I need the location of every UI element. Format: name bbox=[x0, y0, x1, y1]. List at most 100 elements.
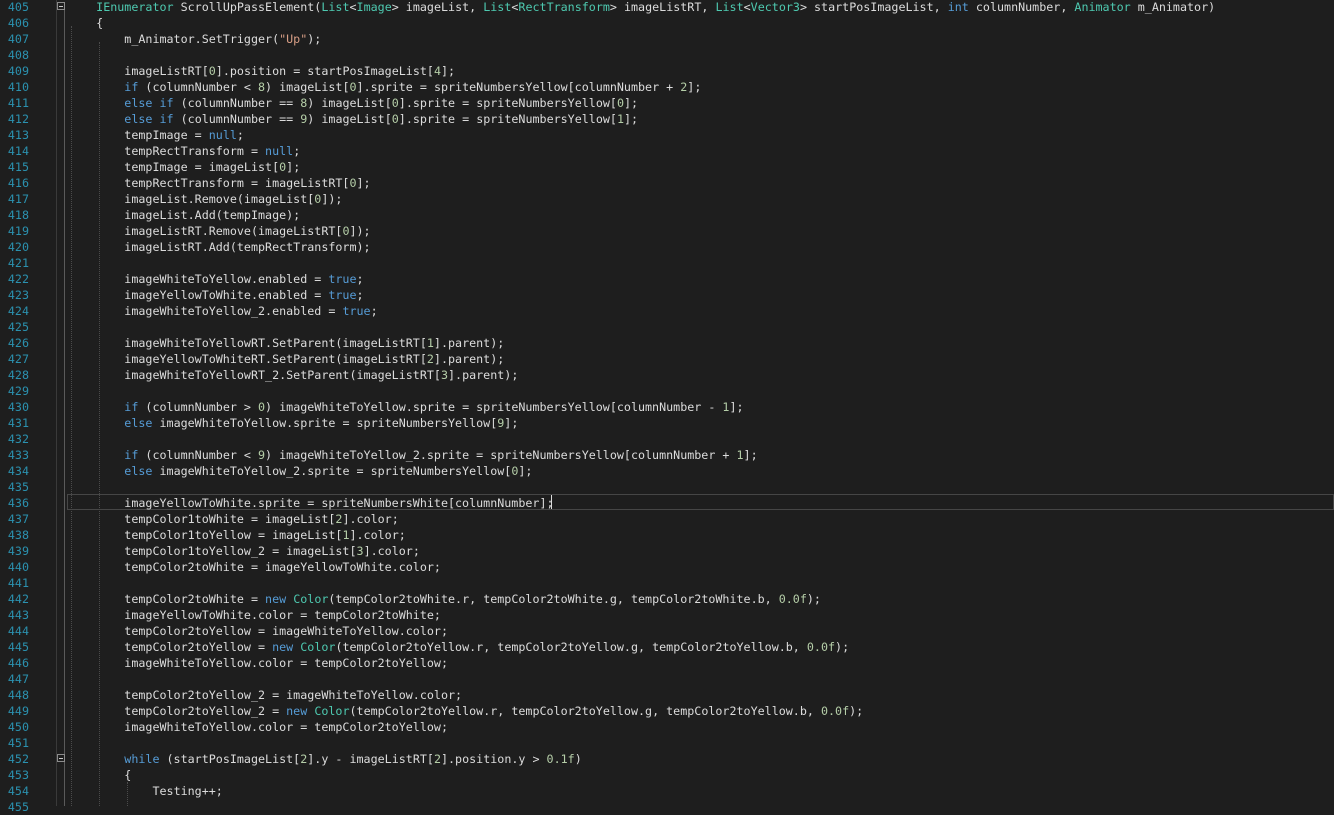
code-token: imageWhiteToYellow.enabled = bbox=[124, 272, 329, 286]
code-token: else bbox=[124, 96, 153, 110]
code-line[interactable]: 412 else if (columnNumber == 9) imageLis… bbox=[0, 111, 1334, 127]
code-token: imageWhiteToYellow_2.enabled = bbox=[124, 304, 343, 318]
line-number: 439 bbox=[7, 544, 29, 558]
code-line[interactable]: 407 m_Animator.SetTrigger("Up"); bbox=[0, 31, 1334, 47]
code-line[interactable]: 455 bbox=[0, 799, 1334, 815]
code-line[interactable]: 416 tempRectTransform = imageListRT[0]; bbox=[0, 175, 1334, 191]
line-number: 430 bbox=[7, 400, 29, 414]
code-line[interactable]: 434 else imageWhiteToYellow_2.sprite = s… bbox=[0, 463, 1334, 479]
code-line[interactable]: 420 imageListRT.Add(tempRectTransform); bbox=[0, 239, 1334, 255]
code-line[interactable]: 418 imageList.Add(tempImage); bbox=[0, 207, 1334, 223]
code-line[interactable]: 413 tempImage = null; bbox=[0, 127, 1334, 143]
code-line[interactable]: 452 while (startPosImageList[2].y - imag… bbox=[0, 751, 1334, 767]
code-line[interactable]: 445 tempColor2toYellow = new Color(tempC… bbox=[0, 639, 1334, 655]
code-token: new bbox=[286, 704, 308, 718]
code-line[interactable]: 438 tempColor1toYellow = imageList[1].co… bbox=[0, 527, 1334, 543]
code-line[interactable]: 442 tempColor2toWhite = new Color(tempCo… bbox=[0, 591, 1334, 607]
code-line[interactable]: 450 imageWhiteToYellow.color = tempColor… bbox=[0, 719, 1334, 735]
code-line[interactable]: 449 tempColor2toYellow_2 = new Color(tem… bbox=[0, 703, 1334, 719]
code-token: List bbox=[321, 0, 350, 14]
code-token: ); bbox=[806, 592, 821, 606]
code-token: (columnNumber < bbox=[138, 448, 258, 462]
line-number: 442 bbox=[7, 592, 29, 606]
code-line[interactable]: 428 imageWhiteToYellowRT_2.SetParent(ima… bbox=[0, 367, 1334, 383]
code-line[interactable]: 419 imageListRT.Remove(imageListRT[0]); bbox=[0, 223, 1334, 239]
code-line[interactable]: 408 bbox=[0, 47, 1334, 63]
code-token: columnNumber, bbox=[968, 0, 1075, 14]
code-token: 4 bbox=[433, 64, 441, 78]
code-line[interactable]: 410 if (columnNumber < 8) imageList[0].s… bbox=[0, 79, 1334, 95]
code-token: { bbox=[124, 768, 132, 782]
code-line[interactable]: 425 bbox=[0, 319, 1334, 335]
code-text: imageList.Remove(imageList[0]); bbox=[68, 191, 342, 207]
code-line[interactable]: 439 tempColor1toYellow_2 = imageList[3].… bbox=[0, 543, 1334, 559]
code-line[interactable]: 435 bbox=[0, 479, 1334, 495]
code-token: ]; bbox=[623, 96, 639, 110]
code-text: tempColor2toWhite = new Color(tempColor2… bbox=[68, 591, 821, 607]
code-line[interactable]: 448 tempColor2toYellow_2 = imageWhiteToY… bbox=[0, 687, 1334, 703]
code-token: ; bbox=[356, 288, 364, 302]
code-line[interactable]: 421 bbox=[0, 255, 1334, 271]
line-number: 416 bbox=[7, 176, 29, 190]
code-token: new bbox=[272, 640, 294, 654]
code-token: imageListRT[ bbox=[124, 64, 209, 78]
code-line[interactable]: 422 imageWhiteToYellow.enabled = true; bbox=[0, 271, 1334, 287]
code-line[interactable]: 429 bbox=[0, 383, 1334, 399]
code-token: imageWhiteToYellow.color = tempColor2toY… bbox=[124, 656, 448, 670]
code-token: true bbox=[342, 304, 371, 318]
code-text: { bbox=[68, 15, 103, 31]
code-text: tempColor2toYellow = imageWhiteToYellow.… bbox=[68, 623, 448, 639]
code-line[interactable]: 454 Testing++; bbox=[0, 783, 1334, 799]
code-line[interactable]: 447 bbox=[0, 671, 1334, 687]
code-token: 2 bbox=[426, 352, 434, 366]
code-token: 0 bbox=[208, 64, 216, 78]
code-line[interactable]: 405 IEnumerator ScrollUpPassElement(List… bbox=[0, 0, 1334, 15]
code-line[interactable]: 430 if (columnNumber > 0) imageWhiteToYe… bbox=[0, 399, 1334, 415]
code-line[interactable]: 444 tempColor2toYellow = imageWhiteToYel… bbox=[0, 623, 1334, 639]
code-line[interactable]: 440 tempColor2toWhite = imageYellowToWhi… bbox=[0, 559, 1334, 575]
code-line[interactable]: 446 imageWhiteToYellow.color = tempColor… bbox=[0, 655, 1334, 671]
code-text: tempColor2toYellow = new Color(tempColor… bbox=[68, 639, 849, 655]
code-text: else if (columnNumber == 8) imageList[0]… bbox=[68, 95, 638, 111]
code-token: tempColor2toYellow = imageWhiteToYellow.… bbox=[124, 624, 448, 638]
code-line[interactable]: 423 imageYellowToWhite.enabled = true; bbox=[0, 287, 1334, 303]
code-line[interactable]: 451 bbox=[0, 735, 1334, 751]
code-line[interactable]: 409 imageListRT[0].position = startPosIm… bbox=[0, 63, 1334, 79]
code-line[interactable]: 406 { bbox=[0, 15, 1334, 31]
line-number: 436 bbox=[7, 496, 29, 510]
code-line[interactable]: 415 tempImage = imageList[0]; bbox=[0, 159, 1334, 175]
line-number: 429 bbox=[7, 384, 29, 398]
code-line[interactable]: 427 imageYellowToWhiteRT.SetParent(image… bbox=[0, 351, 1334, 367]
code-token: m_Animator) bbox=[1130, 0, 1216, 14]
code-line[interactable]: 436 imageYellowToWhite.sprite = spriteNu… bbox=[0, 495, 1334, 511]
collapse-toggle-icon[interactable] bbox=[57, 754, 65, 762]
code-token: ); bbox=[849, 704, 864, 718]
code-token: ) imageWhiteToYellow.sprite = spriteNumb… bbox=[265, 400, 723, 414]
code-line[interactable]: 443 imageYellowToWhite.color = tempColor… bbox=[0, 607, 1334, 623]
code-line[interactable]: 433 if (columnNumber < 9) imageWhiteToYe… bbox=[0, 447, 1334, 463]
code-line[interactable]: 453 { bbox=[0, 767, 1334, 783]
code-editor[interactable]: 405 IEnumerator ScrollUpPassElement(List… bbox=[0, 0, 1334, 814]
code-line[interactable]: 441 bbox=[0, 575, 1334, 591]
line-number: 428 bbox=[7, 368, 29, 382]
code-line[interactable]: 417 imageList.Remove(imageList[0]); bbox=[0, 191, 1334, 207]
code-token: ]; bbox=[729, 400, 744, 414]
code-line[interactable]: 432 bbox=[0, 431, 1334, 447]
code-line[interactable]: 437 tempColor1toWhite = imageList[2].col… bbox=[0, 511, 1334, 527]
code-token: tempColor2toYellow_2 = imageWhiteToYello… bbox=[124, 688, 463, 702]
line-number: 407 bbox=[7, 32, 29, 46]
collapse-toggle-icon[interactable] bbox=[57, 2, 65, 10]
code-line[interactable]: 426 imageWhiteToYellowRT.SetParent(image… bbox=[0, 335, 1334, 351]
code-line[interactable]: 424 imageWhiteToYellow_2.enabled = true; bbox=[0, 303, 1334, 319]
code-text: m_Animator.SetTrigger("Up"); bbox=[68, 31, 321, 47]
code-line[interactable]: 411 else if (columnNumber == 8) imageLis… bbox=[0, 95, 1334, 111]
code-line[interactable]: 431 else imageWhiteToYellow.sprite = spr… bbox=[0, 415, 1334, 431]
code-line[interactable]: 414 tempRectTransform = null; bbox=[0, 143, 1334, 159]
